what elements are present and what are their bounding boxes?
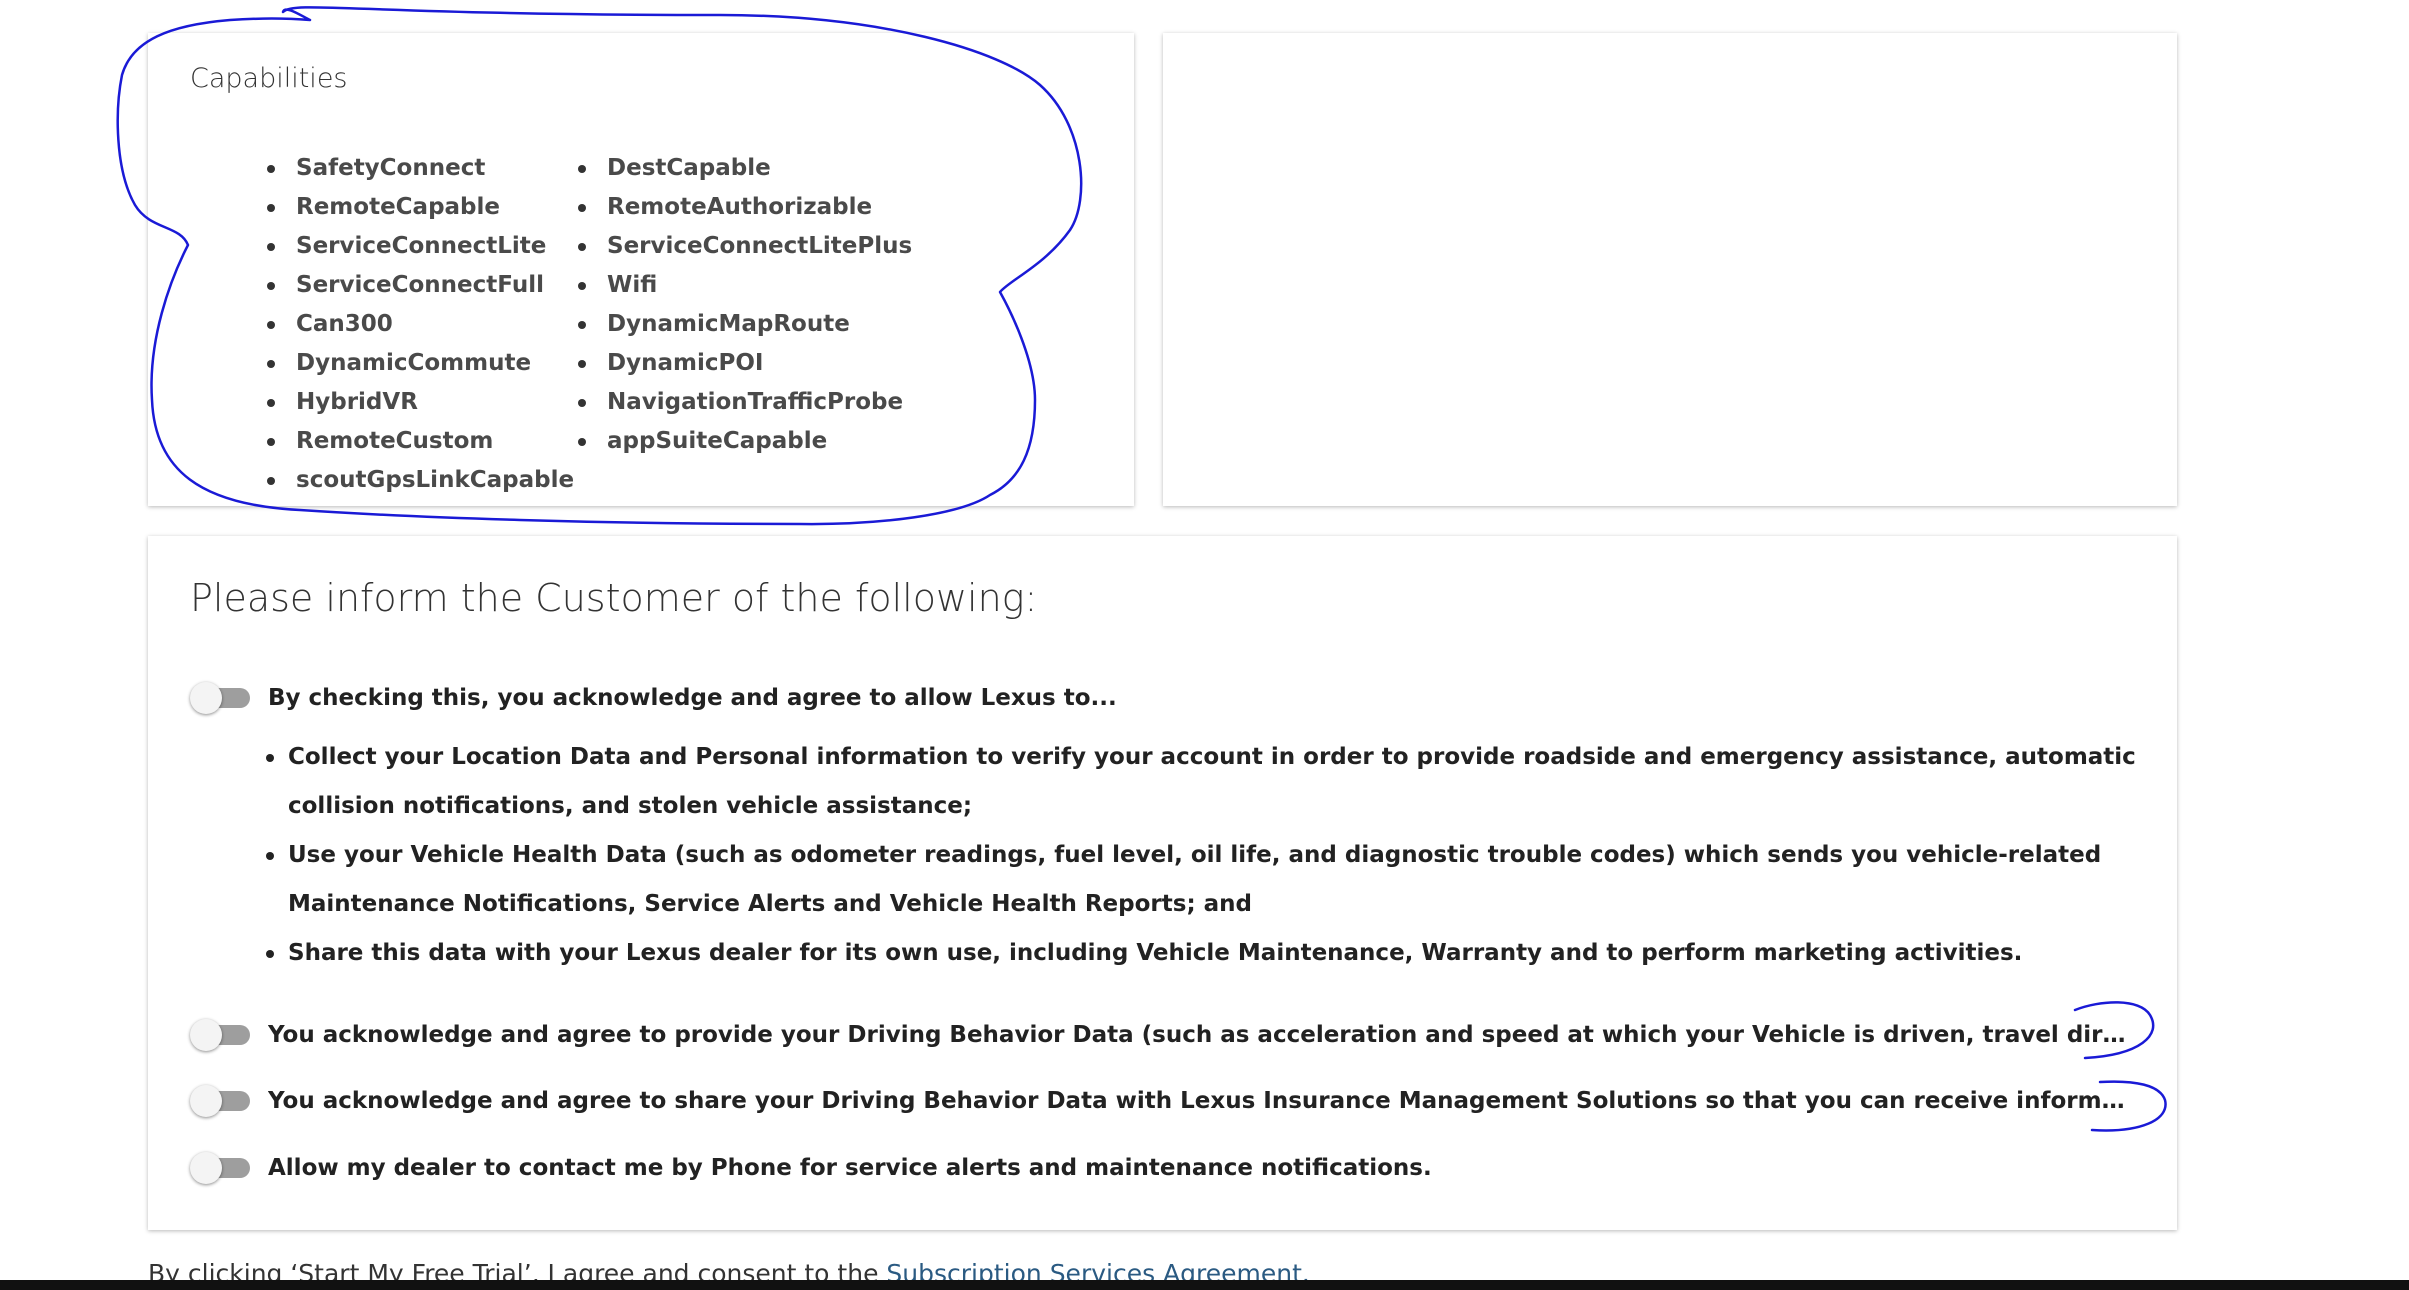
capabilities-list-column-1: SafetyConnect RemoteCapable ServiceConne…	[266, 149, 574, 500]
consent-toggle-label: Allow my dealer to contact me by Phone f…	[268, 1155, 1432, 1181]
consent-detail-item: Collect your Location Data and Personal …	[266, 733, 2148, 831]
customer-disclosure-card: Please inform the Customer of the follow…	[148, 536, 2177, 1230]
consent-toggle-dealer-phone[interactable]	[190, 1151, 252, 1185]
capabilities-card: Capabilities SafetyConnect RemoteCapable…	[148, 33, 1134, 506]
empty-info-card	[1163, 33, 2177, 506]
capability-item: ServiceConnectLitePlus	[577, 227, 912, 266]
capabilities-list-column-2: DestCapable RemoteAuthorizable ServiceCo…	[577, 149, 912, 461]
consent-toggle-label: You acknowledge and agree to provide you…	[268, 1022, 2128, 1048]
consent-toggle-driving-behavior[interactable]	[190, 1018, 252, 1052]
consent-toggle-row-dealer-phone: Allow my dealer to contact me by Phone f…	[190, 1151, 1432, 1185]
capability-item: scoutGpsLinkCapable	[266, 461, 574, 500]
consent-toggle-insurance[interactable]	[190, 1084, 252, 1118]
capability-item: RemoteCapable	[266, 188, 574, 227]
toggle-knob	[190, 682, 222, 714]
capability-item: HybridVR	[266, 383, 574, 422]
capability-item: RemoteAuthorizable	[577, 188, 912, 227]
consent-detail-item: Share this data with your Lexus dealer f…	[266, 929, 2148, 978]
capabilities-title: Capabilities	[190, 63, 348, 94]
capability-item: RemoteCustom	[266, 422, 574, 461]
capability-item: ServiceConnectFull	[266, 266, 574, 305]
capability-item: ServiceConnectLite	[266, 227, 574, 266]
disclosure-title: Please inform the Customer of the follow…	[190, 576, 1038, 620]
consent-toggle-row-insurance: You acknowledge and agree to share your …	[190, 1084, 2128, 1118]
consent-toggle-row-location: By checking this, you acknowledge and ag…	[190, 681, 1117, 715]
capability-item: NavigationTrafficProbe	[577, 383, 912, 422]
toggle-knob	[190, 1019, 222, 1051]
capability-item: DynamicMapRoute	[577, 305, 912, 344]
consent-toggle-row-driving-behavior: You acknowledge and agree to provide you…	[190, 1018, 2128, 1052]
capability-item: appSuiteCapable	[577, 422, 912, 461]
consent-detail-item: Use your Vehicle Health Data (such as od…	[266, 831, 2148, 929]
toggle-knob	[190, 1085, 222, 1117]
capability-item: Wifi	[577, 266, 912, 305]
consent-details-list: Collect your Location Data and Personal …	[266, 733, 2148, 978]
capability-item: DynamicPOI	[577, 344, 912, 383]
capability-item: DestCapable	[577, 149, 912, 188]
toggle-knob	[190, 1152, 222, 1184]
capability-item: DynamicCommute	[266, 344, 574, 383]
bottom-bar	[0, 1280, 2409, 1290]
consent-toggle-location[interactable]	[190, 681, 252, 715]
consent-toggle-label: By checking this, you acknowledge and ag…	[268, 685, 1117, 711]
consent-toggle-label: You acknowledge and agree to share your …	[268, 1088, 2128, 1114]
capability-item: Can300	[266, 305, 574, 344]
capability-item: SafetyConnect	[266, 149, 574, 188]
